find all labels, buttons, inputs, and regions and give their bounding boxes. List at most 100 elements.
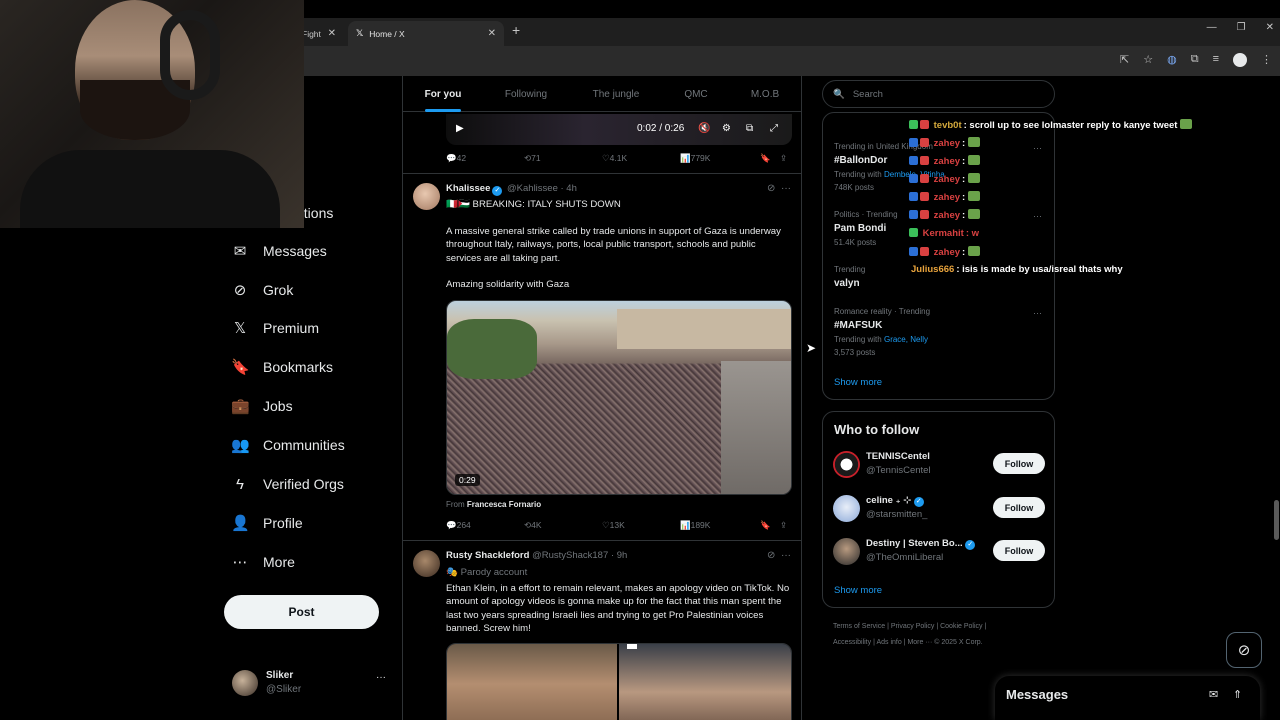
suggestion-name[interactable]: celine ₊ ⊹ ✓: [866, 495, 924, 507]
tweet-image-right[interactable]: [619, 644, 791, 720]
tweet-author-name[interactable]: Khalissee: [446, 183, 490, 194]
bookmark-icon[interactable]: 🔖: [760, 153, 771, 164]
trend-item[interactable]: Trending valyn: [823, 256, 1054, 298]
post-button[interactable]: Post: [224, 595, 379, 629]
pip-icon[interactable]: ⧉: [746, 123, 753, 134]
follow-button[interactable]: Follow: [993, 497, 1045, 518]
trend-with-links[interactable]: Grace, Nelly: [884, 335, 928, 344]
trend-meta: Politics · Trending: [834, 210, 898, 219]
nav-item-more[interactable]: ⋯ More: [231, 550, 295, 574]
tweet-time[interactable]: · 9h: [611, 550, 627, 561]
trend-more-icon[interactable]: ···: [1033, 308, 1042, 318]
from-author[interactable]: Francesca Fornario: [467, 500, 541, 509]
avatar[interactable]: [413, 183, 440, 210]
tab-mob[interactable]: M.O.B: [729, 76, 801, 112]
profile-avatar-icon[interactable]: [1233, 53, 1247, 67]
follow-button[interactable]: Follow: [993, 453, 1045, 474]
follow-suggestion[interactable]: celine ₊ ⊹ ✓ @starsmitten_ Follow: [833, 494, 1045, 524]
nav-item-grok[interactable]: ⊘ Grok: [231, 278, 294, 302]
tweet-author-name[interactable]: Rusty Shackleford: [446, 550, 529, 561]
mute-icon[interactable]: 🔇: [698, 123, 710, 134]
settings-icon[interactable]: ⚙: [722, 123, 731, 134]
minimize-icon[interactable]: —: [1207, 22, 1217, 33]
nav-item-bookmarks[interactable]: 🔖 Bookmarks: [231, 355, 333, 379]
reply-button[interactable]: 💬 42: [446, 153, 466, 164]
menu-icon[interactable]: ⋮: [1261, 53, 1272, 67]
close-tab-icon[interactable]: ✕: [488, 28, 496, 39]
tweet-time[interactable]: · 4h: [561, 183, 577, 194]
search-input[interactable]: 🔍 Search: [822, 80, 1055, 108]
nav-item-messages[interactable]: ✉ Messages: [231, 239, 327, 263]
more-icon[interactable]: ···: [781, 550, 791, 561]
trend-more-icon[interactable]: ···: [1033, 143, 1042, 153]
trend-item[interactable]: Romance reality · Trending #MAFSUK Trend…: [823, 298, 1054, 368]
reply-button[interactable]: 💬 264: [446, 520, 471, 531]
trend-more-icon[interactable]: ···: [1033, 211, 1042, 221]
repost-button[interactable]: ⟲ 4K: [524, 520, 542, 531]
video-player[interactable]: ▶ 0:02 / 0:26 🔇 ⚙ ⧉ ⤢: [446, 114, 792, 145]
follow-suggestion[interactable]: Destiny | Steven Bo... ✓ @TheOmniLiberal…: [833, 537, 1045, 567]
tweet-image-left[interactable]: [447, 644, 619, 720]
grok-icon[interactable]: ⊘: [767, 550, 775, 561]
grok-icon[interactable]: ⊘: [767, 183, 775, 194]
follow-button[interactable]: Follow: [993, 540, 1045, 561]
suggestion-name[interactable]: Destiny | Steven Bo... ✓: [866, 538, 976, 550]
views-button[interactable]: 📊 189K: [680, 520, 710, 531]
tab-qmc[interactable]: QMC: [663, 76, 729, 112]
suggestion-handle[interactable]: @TheOmniLiberal: [866, 552, 943, 563]
share-icon[interactable]: ⇪: [780, 153, 787, 164]
browser-tab-home[interactable]: 𝕏 Home / X ✕: [348, 21, 504, 46]
grok-fab-icon[interactable]: ⊘: [1226, 632, 1262, 668]
nav-item-premium[interactable]: 𝕏 Premium: [231, 316, 319, 340]
repost-button[interactable]: ⟲ 71: [524, 153, 541, 164]
nav-item-profile[interactable]: 👤 Profile: [231, 511, 303, 535]
install-app-icon[interactable]: ⇱: [1120, 53, 1129, 67]
extensions-icon[interactable]: ⧉: [1191, 53, 1199, 67]
fullscreen-icon[interactable]: ⤢: [770, 123, 778, 134]
like-button[interactable]: ♡ 4.1K: [602, 153, 627, 164]
avatar[interactable]: [833, 538, 860, 565]
restore-icon[interactable]: ❐: [1237, 22, 1246, 33]
like-button[interactable]: ♡ 13K: [602, 520, 625, 531]
follow-show-more[interactable]: Show more: [834, 585, 882, 596]
more-icon[interactable]: ···: [781, 183, 791, 194]
suggestion-name[interactable]: TENNISCentel: [866, 451, 930, 462]
suggestion-handle[interactable]: @starsmitten_: [866, 509, 927, 520]
reading-list-icon[interactable]: ≡: [1213, 53, 1219, 67]
avatar[interactable]: [833, 451, 860, 478]
account-more-icon[interactable]: ···: [376, 672, 386, 683]
account-switcher[interactable]: Sliker @Sliker ···: [232, 668, 392, 698]
bookmark-icon[interactable]: 🔖: [760, 520, 771, 531]
nav-item-jobs[interactable]: 💼 Jobs: [231, 394, 293, 418]
nav-item-communities[interactable]: 👥 Communities: [231, 433, 345, 457]
share-icon[interactable]: ⇪: [780, 520, 787, 531]
star-icon[interactable]: ☆: [1143, 53, 1153, 67]
tab-following[interactable]: Following: [483, 76, 569, 112]
tweet-images[interactable]: [446, 643, 792, 720]
views-button[interactable]: 📊 779K: [680, 153, 710, 164]
audio-icon[interactable]: ◍: [1167, 53, 1177, 67]
tweet-author-handle[interactable]: @Kahlissee: [507, 183, 558, 194]
avatar[interactable]: [833, 495, 860, 522]
close-tab-icon[interactable]: ✕: [328, 28, 336, 39]
footer-links-1[interactable]: Terms of Service | Privacy Policy | Cook…: [833, 623, 986, 630]
tweet-video[interactable]: 0:29: [446, 300, 792, 495]
new-tab-button[interactable]: +: [512, 22, 520, 38]
footer-links-2[interactable]: Accessibility | Ads info | More ··· © 20…: [833, 639, 983, 646]
expand-icon[interactable]: ⇑: [1233, 688, 1242, 701]
tweet-author-handle[interactable]: @RustyShack187: [532, 550, 608, 561]
play-icon[interactable]: ▶: [456, 123, 464, 134]
new-message-icon[interactable]: ✉: [1209, 688, 1218, 701]
tab-the-jungle[interactable]: The jungle: [569, 76, 663, 112]
tab-for-you[interactable]: For you: [403, 76, 483, 112]
avatar[interactable]: [413, 550, 440, 577]
chat-emote-icon: [968, 173, 981, 183]
suggestion-handle[interactable]: @TennisCentel: [866, 465, 931, 476]
messages-drawer[interactable]: Messages ✉ ⇑: [995, 676, 1260, 720]
follow-suggestion[interactable]: TENNISCentel @TennisCentel Follow: [833, 450, 1045, 480]
close-window-icon[interactable]: ✕: [1266, 22, 1274, 33]
nav-item-verified-orgs[interactable]: ϟ Verified Orgs: [231, 472, 344, 496]
scrollbar[interactable]: [1274, 500, 1279, 540]
trends-show-more[interactable]: Show more: [834, 377, 882, 388]
tweet-header: Khalissee ✓ @Kahlissee · 4h: [446, 183, 577, 196]
